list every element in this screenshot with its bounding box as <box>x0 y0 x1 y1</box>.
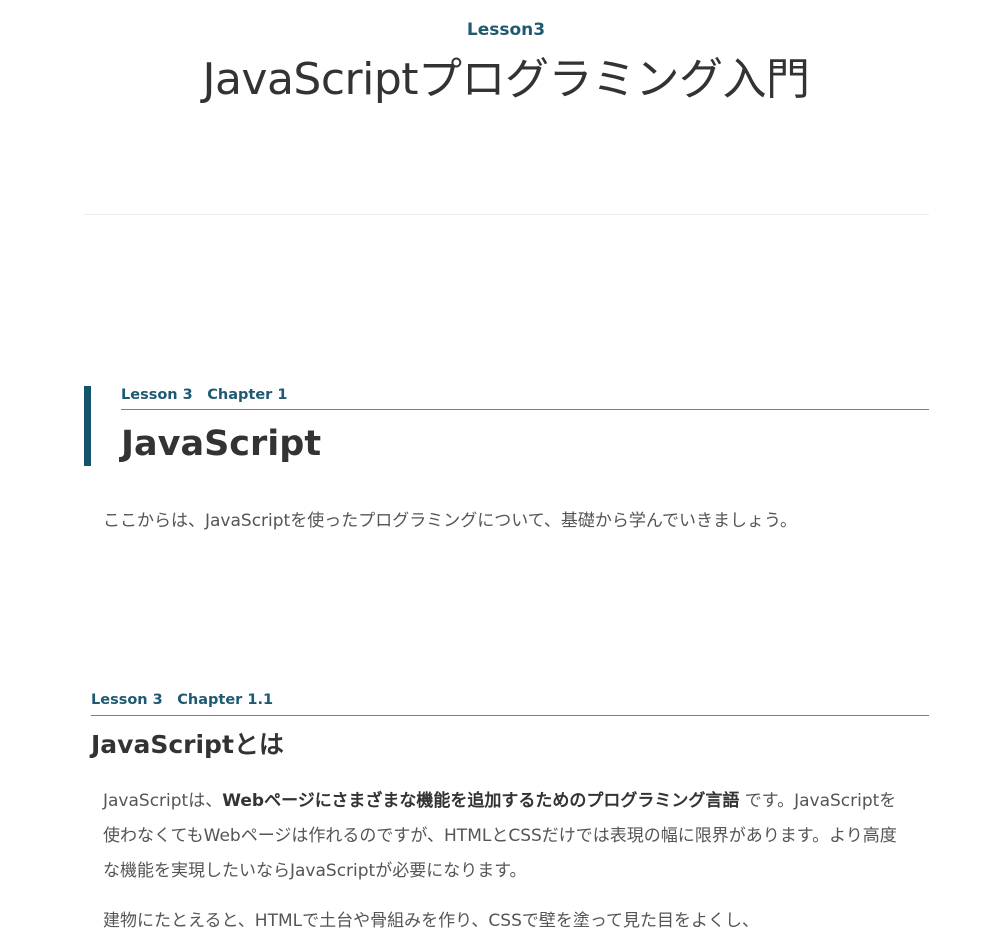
paragraph-text: JavaScriptは、 <box>103 791 223 811</box>
page-title: JavaScriptプログラミング入門 <box>202 54 810 105</box>
section-breadcrumb: Lesson 3 Chapter 1.1 <box>91 692 274 708</box>
chapter-1-header: Lesson 3 Chapter 1 JavaScript <box>84 386 929 466</box>
emphasis-text: Webページにさまざまな機能を追加するためのプログラミング言語 <box>222 791 740 811</box>
chapter-rule <box>121 409 929 410</box>
chapter-breadcrumb: Lesson 3 Chapter 1 <box>121 387 288 403</box>
section-heading: JavaScriptとは <box>91 730 284 759</box>
chapter-heading: JavaScript <box>121 424 322 464</box>
lesson-label: Lesson3 <box>466 20 546 40</box>
chapter-accent-bar <box>84 386 91 466</box>
chapter-intro-text: ここからは、JavaScriptを使ったプログラミングについて、基礎から学んでい… <box>103 511 797 531</box>
section-paragraph-1: JavaScriptは、Webページにさまざまな機能を追加するためのプログラミン… <box>103 784 913 889</box>
header-divider <box>84 214 929 215</box>
section-paragraph-2: 建物にたとえると、HTMLで土台や骨組みを作り、CSSで壁を塗って見た目をよくし… <box>103 911 760 931</box>
section-rule <box>91 715 929 716</box>
